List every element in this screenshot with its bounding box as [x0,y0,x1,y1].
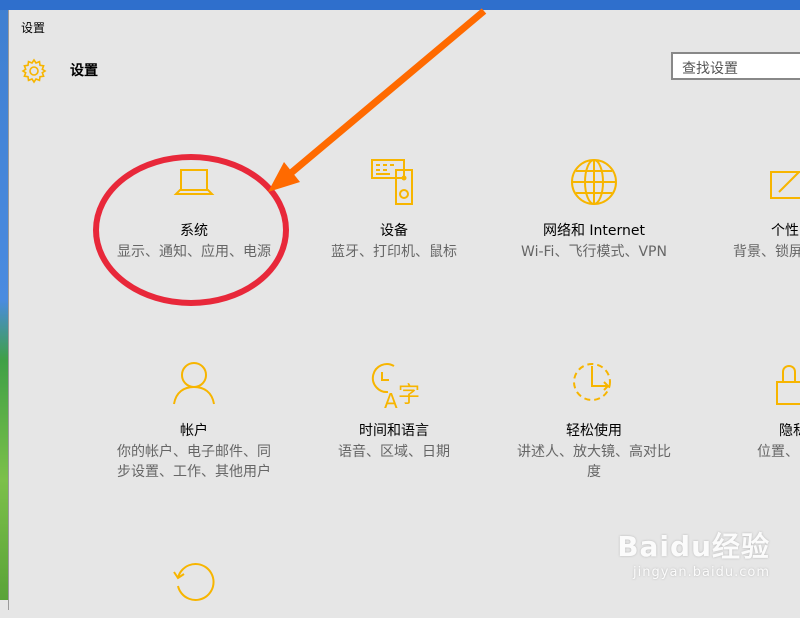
watermark-url: jingyan.baidu.com [633,565,770,580]
annotation-overlay [93,8,487,306]
watermark: Baidu经验 jingyan.baidu.com [617,525,770,580]
watermark-logo: Baidu经验 [617,530,770,563]
pointer-arrow [282,8,487,181]
highlight-circle [93,154,289,306]
